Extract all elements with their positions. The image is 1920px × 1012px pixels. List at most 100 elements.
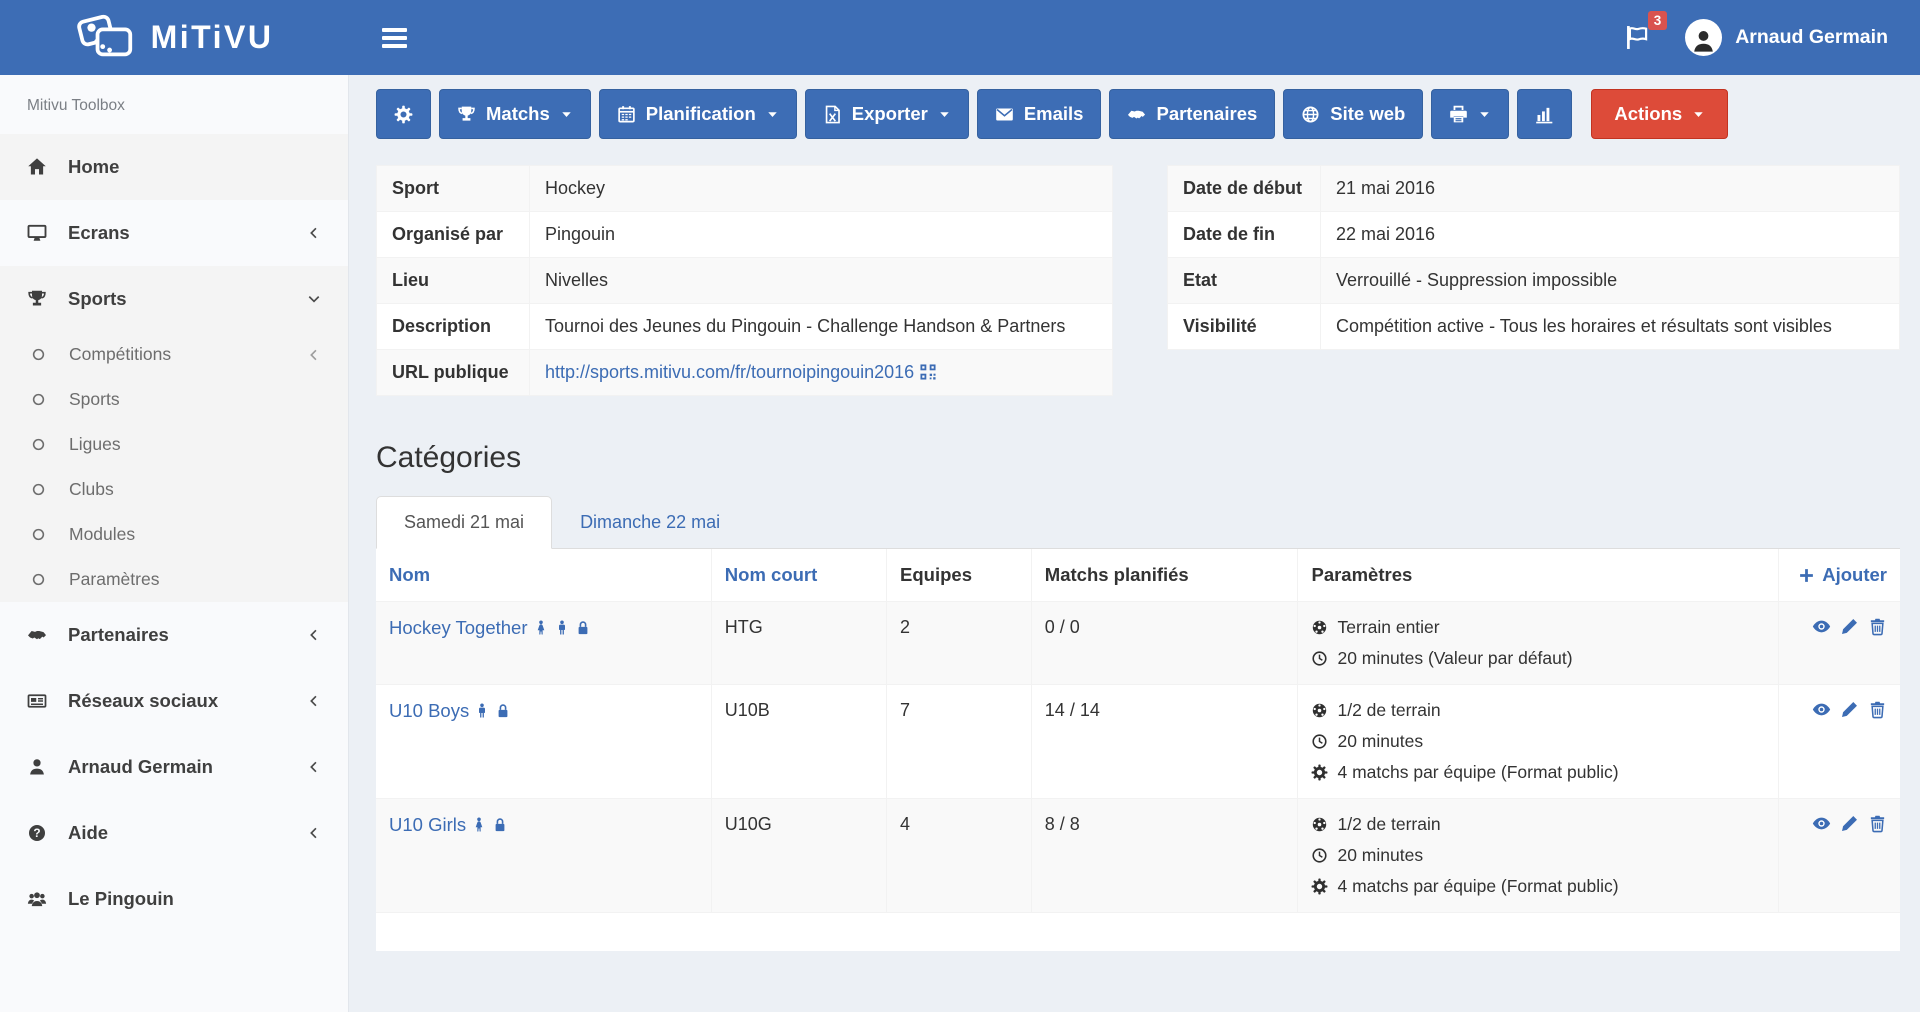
sidebar-subitem-label: Compétitions — [69, 344, 171, 365]
settings-button[interactable] — [376, 89, 431, 139]
sidebar-item-reseaux-sociaux[interactable]: Réseaux sociaux — [0, 668, 348, 734]
user-menu[interactable]: Arnaud Germain — [1685, 19, 1888, 56]
sidebar-subitem-modules[interactable]: Modules — [0, 512, 348, 557]
param-text: 20 minutes — [1337, 731, 1423, 752]
param-text: Terrain entier — [1337, 617, 1439, 638]
category-teams-count: 4 — [887, 799, 1032, 913]
category-short-name: HTG — [711, 602, 886, 685]
column-header-nom-court[interactable]: Nom court — [711, 549, 886, 602]
qr-icon[interactable] — [919, 363, 937, 381]
circle-o-icon — [31, 482, 55, 497]
detail-label: Date de début — [1168, 166, 1321, 212]
sidebar-subitem-label: Ligues — [69, 434, 121, 455]
home-icon — [27, 157, 53, 177]
tab-day-1[interactable]: Samedi 21 mai — [376, 496, 552, 549]
param-text: 4 matchs par équipe (Format public) — [1337, 762, 1618, 783]
sidebar-item-partenaires[interactable]: Partenaires — [0, 602, 348, 668]
user-name: Arnaud Germain — [1735, 26, 1888, 49]
param-text: 20 minutes — [1337, 845, 1423, 866]
lock-icon — [495, 703, 511, 719]
matchs-button[interactable]: Matchs — [439, 89, 591, 139]
plus-icon — [1798, 567, 1815, 584]
sidebar-subitem-sports-sub[interactable]: Sports — [0, 377, 348, 422]
sidebar-subitem-clubs[interactable]: Clubs — [0, 467, 348, 512]
svg-text:?: ? — [33, 826, 40, 840]
print-button[interactable] — [1431, 89, 1509, 139]
emails-button[interactable]: Emails — [977, 89, 1102, 139]
category-row-partial — [376, 913, 1900, 951]
delete-button[interactable] — [1868, 617, 1887, 636]
globe-icon — [1301, 105, 1320, 124]
question-circle-icon: ? — [27, 823, 53, 843]
brand-name: MiTiVU — [151, 19, 274, 56]
category-actions-cell — [1778, 685, 1900, 799]
column-header-nom[interactable]: Nom — [376, 549, 711, 602]
sidebar-item-aide[interactable]: ?Aide — [0, 800, 348, 866]
edit-button[interactable] — [1840, 814, 1859, 833]
sidebar-subitem-label: Sports — [69, 389, 120, 410]
chevron-left-icon — [307, 760, 321, 774]
chevron-left-icon — [307, 628, 321, 642]
clock-icon — [1311, 650, 1328, 667]
exporter-button[interactable]: Exporter — [805, 89, 969, 139]
view-button[interactable] — [1812, 700, 1831, 719]
notification-badge: 3 — [1648, 11, 1668, 30]
sidebar-item-arnaud-germain[interactable]: Arnaud Germain — [0, 734, 348, 800]
tab-day-2[interactable]: Dimanche 22 mai — [552, 496, 748, 549]
sidebar-item-le-pingouin[interactable]: Le Pingouin — [0, 866, 348, 932]
category-name-link[interactable]: U10 Girls — [389, 814, 466, 835]
sidebar-subitem-ligues[interactable]: Ligues — [0, 422, 348, 467]
sidebar-subitem-label: Modules — [69, 524, 135, 545]
toolbar: MatchsPlanificationExporter Emails Partena… — [376, 89, 1900, 139]
mitivu-logo[interactable]: MiTiVU — [0, 0, 349, 75]
caret-down-icon — [1478, 108, 1491, 121]
sidebar-item-home[interactable]: Home — [0, 134, 348, 200]
category-name-cell: U10 Girls — [376, 799, 711, 913]
circle-o-icon — [31, 527, 55, 542]
edit-button[interactable] — [1840, 617, 1859, 636]
clock-icon — [1311, 733, 1328, 750]
sidebar-subitem-parametres[interactable]: Paramètres — [0, 557, 348, 602]
delete-button[interactable] — [1868, 814, 1887, 833]
notifications-button[interactable]: 3 — [1620, 20, 1655, 55]
sidebar-item-ecrans[interactable]: Ecrans — [0, 200, 348, 266]
caret-down-icon — [560, 108, 573, 121]
add-category-button[interactable]: Ajouter — [1792, 564, 1887, 586]
view-button[interactable] — [1812, 814, 1831, 833]
sidebar-toggle-button[interactable] — [376, 18, 413, 58]
planification-button[interactable]: Planification — [599, 89, 797, 139]
lock-icon — [575, 620, 591, 636]
category-params-cell: Terrain entier20 minutes (Valeur par déf… — [1298, 602, 1778, 685]
column-header-actions: Ajouter — [1778, 549, 1900, 602]
detail-value: http://sports.mitivu.com/fr/tournoipingo… — [530, 350, 1113, 396]
categories-table: NomNom courtEquipesMatchs planifiésParam… — [376, 549, 1900, 951]
actions-button[interactable]: Actions — [1591, 89, 1728, 139]
categories-heading: Catégories — [376, 441, 1900, 475]
detail-value: Pingouin — [530, 212, 1113, 258]
param-line: 20 minutes — [1311, 731, 1764, 752]
category-name-cell: Hockey Together — [376, 602, 711, 685]
button-label: Emails — [1024, 103, 1084, 125]
public-url-link[interactable]: http://sports.mitivu.com/fr/tournoipingo… — [545, 362, 914, 382]
sidebar-item-label: Partenaires — [68, 624, 169, 646]
users-icon — [27, 889, 53, 909]
sidebar-item-sports[interactable]: Sports — [0, 266, 348, 332]
view-button[interactable] — [1812, 617, 1831, 636]
category-name-link[interactable]: U10 Boys — [389, 700, 469, 721]
stats-button[interactable] — [1517, 89, 1572, 139]
category-name-link[interactable]: Hockey Together — [389, 617, 528, 638]
sidebar: Mitivu Toolbox HomeEcransSportsCompétiti… — [0, 75, 349, 1012]
category-params-cell: 1/2 de terrain20 minutes4 matchs par équ… — [1298, 685, 1778, 799]
chevron-left-icon — [307, 348, 321, 362]
edit-button[interactable] — [1840, 700, 1859, 719]
detail-label: Description — [377, 304, 530, 350]
sidebar-subitem-label: Clubs — [69, 479, 114, 500]
gear-icon — [1311, 764, 1328, 781]
male-icon — [474, 703, 490, 719]
button-label: Actions — [1614, 103, 1682, 125]
avatar — [1685, 19, 1722, 56]
partenaires-button[interactable]: Partenaires — [1109, 89, 1275, 139]
site-web-button[interactable]: Site web — [1283, 89, 1423, 139]
sidebar-subitem-competitions[interactable]: Compétitions — [0, 332, 348, 377]
delete-button[interactable] — [1868, 700, 1887, 719]
